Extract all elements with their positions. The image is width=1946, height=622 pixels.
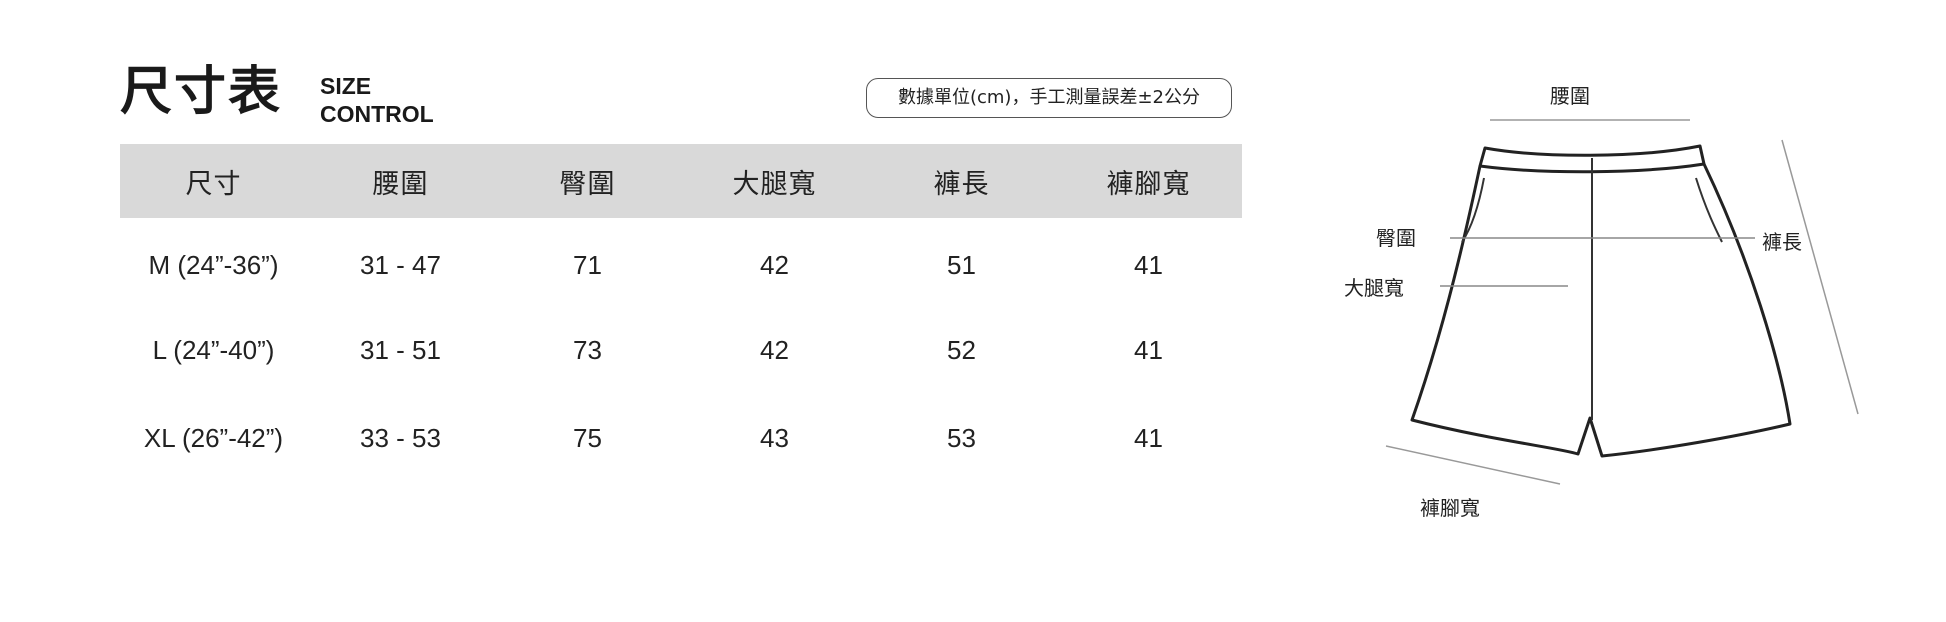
table-cell: 42 <box>760 334 789 365</box>
subtitle-line-1: SIZE <box>320 73 372 99</box>
table-cell: 42 <box>760 250 789 280</box>
table-cell: 52 <box>947 334 976 365</box>
table-row: M (24”-36”) 31 - 47 71 42 51 41 <box>120 218 1242 306</box>
label-hip: 臀圍 <box>1376 226 1416 250</box>
table-cell: 31 - 51 <box>360 334 441 365</box>
table-cell: M (24”-36”) <box>148 250 279 280</box>
column-header-hip: 臀圍 <box>559 168 616 200</box>
label-length: 褲長 <box>1762 230 1802 254</box>
shorts-illustration <box>1385 119 1859 485</box>
table-cell: 41 <box>1134 250 1163 280</box>
table-cell: 71 <box>573 250 602 280</box>
table-row: XL (26”-42”) 33 - 53 75 43 53 41 <box>120 394 1242 482</box>
table-cell: 31 - 47 <box>360 250 441 280</box>
table-cell: 73 <box>573 334 602 365</box>
size-table: 尺寸 腰圍 臀圍 大腿寬 褲長 褲腳寬 M (24”-36”) 31 - 47 … <box>120 144 1242 482</box>
shorts-outline <box>1410 163 1792 458</box>
measurement-note: 數據單位(cm)，手工測量誤差±2公分 <box>866 78 1232 118</box>
page-title: 尺寸表 <box>120 62 283 122</box>
label-hem: 褲腳寬 <box>1420 496 1480 520</box>
table-header-row: 尺寸 腰圍 臀圍 大腿寬 褲長 褲腳寬 <box>120 144 1242 218</box>
table-cell: 41 <box>1134 422 1163 453</box>
table-cell: 33 - 53 <box>360 422 441 453</box>
length-measure-line <box>1781 139 1859 415</box>
table-cell: 43 <box>760 422 789 453</box>
table-cell: 51 <box>947 250 976 280</box>
label-waist: 腰圍 <box>1550 84 1590 108</box>
column-header-hem: 褲腳寬 <box>1106 168 1191 200</box>
label-thigh: 大腿寬 <box>1344 276 1404 300</box>
column-header-size: 尺寸 <box>185 168 242 200</box>
page-subtitle: SIZE CONTROL <box>320 72 434 128</box>
column-header-thigh: 大腿寬 <box>732 168 817 200</box>
hem-measure-line <box>1385 445 1561 485</box>
subtitle-line-2: CONTROL <box>320 101 434 127</box>
column-header-length: 褲長 <box>933 168 990 200</box>
table-cell: XL (26”-42”) <box>143 422 284 453</box>
table-cell: 75 <box>573 422 602 453</box>
table-row: L (24”-40”) 31 - 51 73 42 52 41 <box>120 306 1242 394</box>
right-pocket <box>1695 177 1723 243</box>
shorts-diagram: 腰圍 臀圍 大腿寬 褲長 褲腳寬 <box>1330 60 1930 530</box>
table-cell: 41 <box>1134 334 1163 365</box>
table-cell: 53 <box>947 422 976 453</box>
column-header-waist: 腰圍 <box>372 168 429 200</box>
table-cell: L (24”-40”) <box>152 334 275 365</box>
